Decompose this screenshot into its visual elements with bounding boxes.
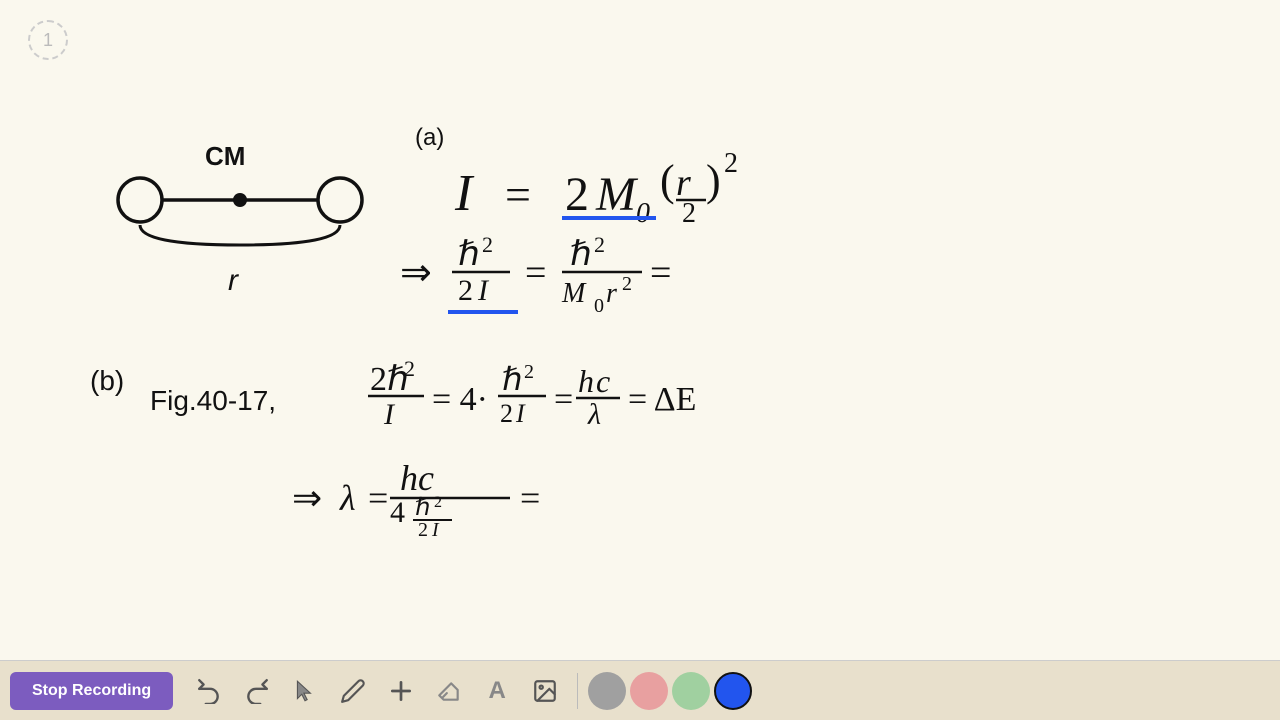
color-gray[interactable] — [588, 672, 626, 710]
pen-icon — [340, 678, 366, 704]
svg-text:⇒: ⇒ — [292, 477, 322, 518]
select-tool-button[interactable] — [283, 669, 327, 713]
redo-button[interactable] — [235, 669, 279, 713]
svg-text:(: ( — [660, 156, 675, 205]
svg-text:ℏ: ℏ — [570, 236, 592, 273]
toolbar: Stop Recording — [0, 660, 1280, 720]
math-content: CM r (a) I = 2 M 0 ( r 2 ) 2 ⇒ ℏ 2 — [0, 0, 1280, 660]
svg-text:2: 2 — [682, 198, 696, 229]
color-blue[interactable] — [714, 672, 752, 710]
svg-text:): ) — [706, 156, 721, 205]
svg-text:= ΔE: = ΔE — [628, 381, 696, 418]
image-icon — [532, 678, 558, 704]
svg-text:h: h — [578, 363, 594, 399]
svg-text:M: M — [595, 168, 639, 221]
svg-text:M: M — [561, 278, 587, 309]
svg-text:2: 2 — [565, 168, 589, 221]
svg-text:I: I — [431, 519, 440, 541]
color-green[interactable] — [672, 672, 710, 710]
svg-text:=: = — [520, 478, 540, 518]
svg-text:⇒: ⇒ — [400, 252, 432, 294]
svg-text:2: 2 — [724, 148, 738, 179]
svg-text:hc: hc — [400, 458, 434, 498]
redo-icon — [244, 678, 270, 704]
svg-text:r: r — [606, 278, 617, 309]
pen-tool-button[interactable] — [331, 669, 375, 713]
svg-text:λ: λ — [339, 478, 356, 518]
eraser-icon — [436, 678, 462, 704]
color-pink[interactable] — [630, 672, 668, 710]
svg-text:c: c — [596, 363, 610, 399]
svg-text:2: 2 — [434, 494, 442, 511]
svg-text:2: 2 — [524, 361, 534, 383]
svg-text:=: = — [554, 381, 573, 418]
add-tool-button[interactable] — [379, 669, 423, 713]
svg-text:2ℏ: 2ℏ — [370, 361, 409, 398]
svg-text:r: r — [228, 264, 239, 297]
undo-button[interactable] — [187, 669, 231, 713]
svg-text:2: 2 — [418, 519, 428, 541]
toolbar-separator — [577, 673, 578, 709]
svg-text:= 4·: = 4· — [432, 381, 488, 418]
svg-text:2: 2 — [404, 356, 415, 381]
svg-text:CM: CM — [205, 141, 245, 171]
svg-text:0: 0 — [594, 295, 604, 317]
eraser-tool-button[interactable] — [427, 669, 471, 713]
plus-icon — [388, 678, 414, 704]
stop-recording-button[interactable]: Stop Recording — [10, 672, 173, 710]
image-tool-button[interactable] — [523, 669, 567, 713]
select-icon — [292, 678, 318, 704]
svg-text:(a): (a) — [415, 124, 444, 151]
svg-text:=: = — [505, 169, 531, 220]
svg-text:ℏ: ℏ — [458, 236, 480, 273]
svg-text:Fig.40-17,: Fig.40-17, — [150, 385, 276, 416]
svg-text:4: 4 — [390, 496, 405, 529]
text-tool-button[interactable]: A — [475, 669, 519, 713]
svg-text:(b): (b) — [90, 365, 124, 396]
svg-text:=: = — [368, 478, 388, 518]
svg-text:2: 2 — [482, 232, 493, 257]
svg-text:0: 0 — [636, 198, 650, 229]
svg-text:I: I — [477, 274, 490, 307]
svg-text:=: = — [650, 252, 671, 294]
svg-text:I: I — [454, 165, 475, 222]
svg-text:2: 2 — [594, 232, 605, 257]
svg-text:ℏ: ℏ — [502, 361, 522, 397]
svg-text:=: = — [525, 252, 546, 294]
text-icon: A — [488, 677, 505, 705]
svg-text:2: 2 — [458, 274, 473, 307]
svg-text:λ: λ — [587, 398, 601, 431]
svg-text:I: I — [515, 399, 526, 428]
svg-text:2: 2 — [500, 399, 513, 428]
svg-text:2: 2 — [622, 273, 632, 295]
svg-text:I: I — [383, 398, 396, 431]
undo-icon — [196, 678, 222, 704]
canvas-area: 1 CM r (a) I = 2 M 0 ( r — [0, 0, 1280, 660]
svg-text:ℏ: ℏ — [415, 495, 430, 521]
